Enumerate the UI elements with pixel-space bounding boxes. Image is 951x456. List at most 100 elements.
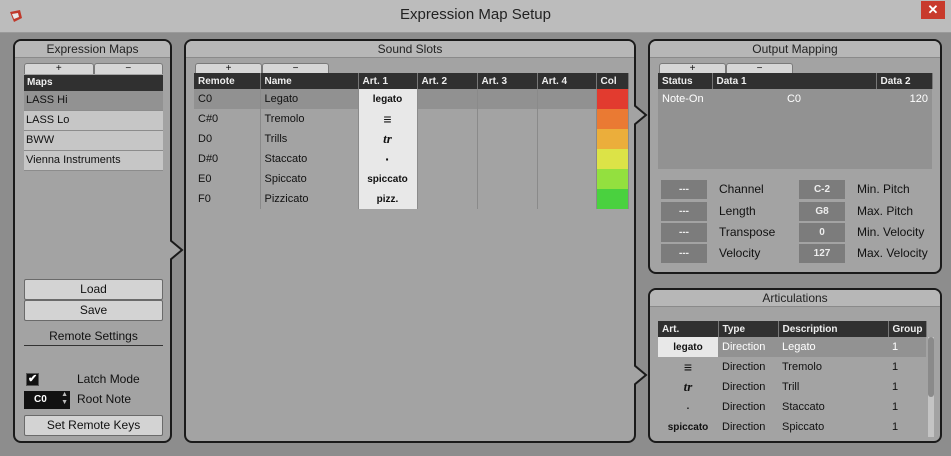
slot-color-swatch[interactable] xyxy=(596,169,629,189)
articulation-symbol-cell[interactable]: ≡ xyxy=(658,357,718,377)
slot-art1-cell[interactable]: ≡ xyxy=(358,109,418,129)
column-header-data2[interactable]: Data 2 xyxy=(876,73,933,89)
slot-name-cell[interactable]: Tremolo xyxy=(260,109,359,129)
slot-color-swatch[interactable] xyxy=(596,149,629,169)
table-row[interactable]: Note-On C0 120 xyxy=(658,89,932,109)
map-item[interactable]: BWW xyxy=(24,131,163,151)
map-item[interactable]: LASS Lo xyxy=(24,111,163,131)
table-row[interactable]: C#0 Tremolo ≡ xyxy=(194,109,629,129)
column-header-remote[interactable]: Remote xyxy=(194,73,261,89)
slot-remote-cell[interactable]: D#0 xyxy=(194,149,261,169)
slot-art3-cell[interactable] xyxy=(477,89,538,109)
slot-remote-cell[interactable]: E0 xyxy=(194,169,261,189)
table-row[interactable]: spiccato Direction Spiccato 1 xyxy=(658,417,926,437)
slot-art3-cell[interactable] xyxy=(477,189,538,209)
articulation-group-cell[interactable]: 1 xyxy=(888,357,926,377)
scrollbar-thumb[interactable] xyxy=(928,337,934,397)
slot-art3-cell[interactable] xyxy=(477,149,538,169)
articulation-symbol-cell[interactable]: tr xyxy=(658,377,718,397)
slot-color-swatch[interactable] xyxy=(596,89,629,109)
column-header-art1[interactable]: Art. 1 xyxy=(358,73,418,89)
table-row[interactable]: ≡ Direction Tremolo 1 xyxy=(658,357,926,377)
output-data1-cell[interactable]: C0 xyxy=(712,89,876,109)
slot-color-swatch[interactable] xyxy=(596,109,629,129)
slot-art2-cell[interactable] xyxy=(417,149,478,169)
table-row[interactable]: E0 Spiccato spiccato xyxy=(194,169,629,189)
slot-art1-cell[interactable]: spiccato xyxy=(358,169,418,189)
column-header-art2[interactable]: Art. 2 xyxy=(417,73,478,89)
slot-art4-cell[interactable] xyxy=(537,189,597,209)
slot-remote-cell[interactable]: C#0 xyxy=(194,109,261,129)
slot-art1-cell[interactable]: tr xyxy=(358,129,418,149)
slot-art4-cell[interactable] xyxy=(537,149,597,169)
slot-art2-cell[interactable] xyxy=(417,169,478,189)
save-button[interactable]: Save xyxy=(24,300,163,321)
slot-remote-cell[interactable]: C0 xyxy=(194,89,261,109)
articulation-symbol-cell[interactable]: spiccato xyxy=(658,417,718,437)
slot-art1-cell[interactable]: legato xyxy=(358,89,418,109)
length-field[interactable]: --- xyxy=(661,202,707,221)
articulations-scrollbar[interactable] xyxy=(928,337,934,437)
output-data2-cell[interactable]: 120 xyxy=(876,89,932,109)
articulation-group-cell[interactable]: 1 xyxy=(888,337,926,357)
table-row[interactable]: legato Direction Legato 1 xyxy=(658,337,926,357)
column-header-art4[interactable]: Art. 4 xyxy=(537,73,597,89)
slot-color-swatch[interactable] xyxy=(596,129,629,149)
column-header-description[interactable]: Description xyxy=(778,321,889,337)
table-row[interactable]: F0 Pizzicato pizz. xyxy=(194,189,629,209)
articulation-type-cell[interactable]: Direction xyxy=(718,337,778,357)
column-header-status[interactable]: Status xyxy=(658,73,713,89)
slot-name-cell[interactable]: Pizzicato xyxy=(260,189,359,209)
slot-art4-cell[interactable] xyxy=(537,89,597,109)
articulation-description-cell[interactable]: Spiccato xyxy=(778,417,888,437)
table-row[interactable]: tr Direction Trill 1 xyxy=(658,377,926,397)
articulation-type-cell[interactable]: Direction xyxy=(718,377,778,397)
latch-mode-checkbox[interactable]: ✔ xyxy=(26,373,39,386)
slot-name-cell[interactable]: Legato xyxy=(260,89,359,109)
root-note-field[interactable]: C0 ▲ ▼ xyxy=(24,391,70,409)
slot-name-cell[interactable]: Trills xyxy=(260,129,359,149)
articulation-description-cell[interactable]: Tremolo xyxy=(778,357,888,377)
column-header-art3[interactable]: Art. 3 xyxy=(477,73,538,89)
slot-art3-cell[interactable] xyxy=(477,129,538,149)
channel-field[interactable]: --- xyxy=(661,180,707,199)
column-header-data1[interactable]: Data 1 xyxy=(712,73,877,89)
slot-art3-cell[interactable] xyxy=(477,109,538,129)
slot-art2-cell[interactable] xyxy=(417,109,478,129)
map-item[interactable]: Vienna Instruments xyxy=(24,151,163,171)
slot-name-cell[interactable]: Staccato xyxy=(260,149,359,169)
slot-color-swatch[interactable] xyxy=(596,189,629,209)
articulation-type-cell[interactable]: Direction xyxy=(718,357,778,377)
articulation-group-cell[interactable]: 1 xyxy=(888,377,926,397)
min-velocity-field[interactable]: 0 xyxy=(799,223,845,242)
max-pitch-field[interactable]: G8 xyxy=(799,202,845,221)
root-note-stepper-icon[interactable]: ▲ ▼ xyxy=(61,391,68,407)
articulation-symbol-cell[interactable]: legato xyxy=(658,337,718,357)
articulation-description-cell[interactable]: Legato xyxy=(778,337,888,357)
close-button[interactable]: ✕ xyxy=(921,1,945,19)
transpose-field[interactable]: --- xyxy=(661,223,707,242)
articulation-group-cell[interactable]: 1 xyxy=(888,417,926,437)
load-button[interactable]: Load xyxy=(24,279,163,300)
articulation-description-cell[interactable]: Trill xyxy=(778,377,888,397)
set-remote-keys-button[interactable]: Set Remote Keys xyxy=(24,415,163,436)
slot-art3-cell[interactable] xyxy=(477,169,538,189)
slot-art1-cell[interactable]: · xyxy=(358,149,418,169)
min-pitch-field[interactable]: C-2 xyxy=(799,180,845,199)
slot-remote-cell[interactable]: F0 xyxy=(194,189,261,209)
articulation-symbol-cell[interactable]: · xyxy=(658,397,718,417)
slot-art4-cell[interactable] xyxy=(537,129,597,149)
slot-art4-cell[interactable] xyxy=(537,169,597,189)
slot-remote-cell[interactable]: D0 xyxy=(194,129,261,149)
remove-map-button[interactable]: − xyxy=(93,63,163,74)
add-map-button[interactable]: + xyxy=(24,63,94,74)
table-row[interactable]: C0 Legato legato xyxy=(194,89,629,109)
articulation-group-cell[interactable]: 1 xyxy=(888,397,926,417)
max-velocity-field[interactable]: 127 xyxy=(799,244,845,263)
table-row[interactable]: D0 Trills tr xyxy=(194,129,629,149)
column-header-group[interactable]: Group xyxy=(888,321,927,337)
slot-art4-cell[interactable] xyxy=(537,109,597,129)
slot-art2-cell[interactable] xyxy=(417,89,478,109)
articulation-type-cell[interactable]: Direction xyxy=(718,397,778,417)
velocity-field[interactable]: --- xyxy=(661,244,707,263)
